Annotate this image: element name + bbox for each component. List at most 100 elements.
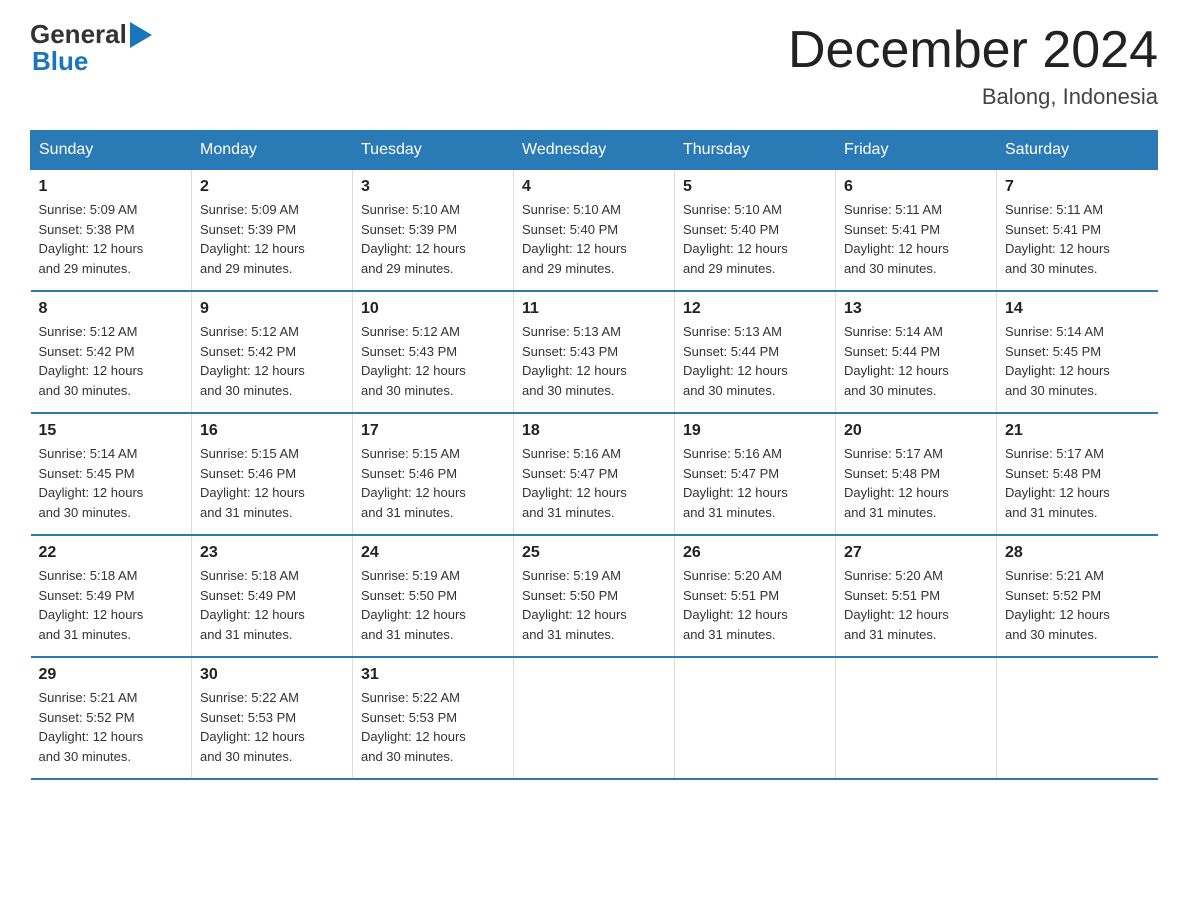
day-info: Sunrise: 5:22 AMSunset: 5:53 PMDaylight:…	[361, 688, 505, 766]
day-info: Sunrise: 5:09 AMSunset: 5:39 PMDaylight:…	[200, 200, 344, 278]
calendar-cell: 30 Sunrise: 5:22 AMSunset: 5:53 PMDayligh…	[192, 657, 353, 779]
calendar-cell: 27 Sunrise: 5:20 AMSunset: 5:51 PMDayligh…	[836, 535, 997, 657]
day-number: 20	[844, 422, 988, 440]
calendar-cell: 24Sunrise: 5:19 AMSunset: 5:50 PMDayligh…	[353, 535, 514, 657]
day-number: 8	[39, 300, 184, 318]
calendar-cell: 29 Sunrise: 5:21 AMSunset: 5:52 PMDayligh…	[31, 657, 192, 779]
location-subtitle: Balong, Indonesia	[788, 84, 1158, 110]
day-info: Sunrise: 5:13 AMSunset: 5:43 PMDaylight:…	[522, 322, 666, 400]
day-info: Sunrise: 5:19 AMSunset: 5:50 PMDaylight:…	[522, 566, 666, 644]
calendar-cell: 1Sunrise: 5:09 AMSunset: 5:38 PMDaylight…	[31, 170, 192, 292]
day-info: Sunrise: 5:21 AMSunset: 5:52 PMDaylight:…	[39, 688, 184, 766]
header-row: SundayMondayTuesdayWednesdayThursdayFrid…	[31, 131, 1158, 170]
calendar-cell: 22 Sunrise: 5:18 AMSunset: 5:49 PMDayligh…	[31, 535, 192, 657]
page-header: General Blue December 2024 Balong, Indon…	[30, 20, 1158, 110]
calendar-cell: 28 Sunrise: 5:21 AMSunset: 5:52 PMDayligh…	[997, 535, 1158, 657]
day-number: 16	[200, 422, 344, 440]
logo-general-text: General	[30, 21, 127, 47]
header-wednesday: Wednesday	[514, 131, 675, 170]
calendar-cell: 19Sunrise: 5:16 AMSunset: 5:47 PMDayligh…	[675, 413, 836, 535]
month-title: December 2024	[788, 20, 1158, 80]
calendar-cell: 18 Sunrise: 5:16 AMSunset: 5:47 PMDayligh…	[514, 413, 675, 535]
header-sunday: Sunday	[31, 131, 192, 170]
calendar-cell: 3Sunrise: 5:10 AMSunset: 5:39 PMDaylight…	[353, 170, 514, 292]
title-section: December 2024 Balong, Indonesia	[788, 20, 1158, 110]
day-info: Sunrise: 5:16 AMSunset: 5:47 PMDaylight:…	[522, 444, 666, 522]
calendar-cell: 10 Sunrise: 5:12 AMSunset: 5:43 PMDayligh…	[353, 291, 514, 413]
header-friday: Friday	[836, 131, 997, 170]
calendar-cell: 21 Sunrise: 5:17 AMSunset: 5:48 PMDayligh…	[997, 413, 1158, 535]
day-number: 12	[683, 300, 827, 318]
day-number: 13	[844, 300, 988, 318]
day-number: 1	[39, 178, 184, 196]
day-info: Sunrise: 5:12 AMSunset: 5:43 PMDaylight:…	[361, 322, 505, 400]
header-saturday: Saturday	[997, 131, 1158, 170]
calendar-cell	[675, 657, 836, 779]
header-thursday: Thursday	[675, 131, 836, 170]
calendar-cell: 25 Sunrise: 5:19 AMSunset: 5:50 PMDayligh…	[514, 535, 675, 657]
day-info: Sunrise: 5:18 AMSunset: 5:49 PMDaylight:…	[39, 566, 184, 644]
calendar-cell: 9Sunrise: 5:12 AMSunset: 5:42 PMDaylight…	[192, 291, 353, 413]
calendar-table: SundayMondayTuesdayWednesdayThursdayFrid…	[30, 130, 1158, 780]
day-number: 22	[39, 544, 184, 562]
day-info: Sunrise: 5:19 AMSunset: 5:50 PMDaylight:…	[361, 566, 505, 644]
calendar-cell	[514, 657, 675, 779]
day-info: Sunrise: 5:18 AMSunset: 5:49 PMDaylight:…	[200, 566, 344, 644]
calendar-cell: 26 Sunrise: 5:20 AMSunset: 5:51 PMDayligh…	[675, 535, 836, 657]
day-number: 14	[1005, 300, 1150, 318]
calendar-cell: 14 Sunrise: 5:14 AMSunset: 5:45 PMDayligh…	[997, 291, 1158, 413]
calendar-header: SundayMondayTuesdayWednesdayThursdayFrid…	[31, 131, 1158, 170]
day-info: Sunrise: 5:11 AMSunset: 5:41 PMDaylight:…	[1005, 200, 1150, 278]
calendar-cell: 8Sunrise: 5:12 AMSunset: 5:42 PMDaylight…	[31, 291, 192, 413]
day-number: 6	[844, 178, 988, 196]
day-number: 2	[200, 178, 344, 196]
day-number: 17	[361, 422, 505, 440]
day-number: 28	[1005, 544, 1150, 562]
calendar-cell: 23Sunrise: 5:18 AMSunset: 5:49 PMDayligh…	[192, 535, 353, 657]
calendar-body: 1Sunrise: 5:09 AMSunset: 5:38 PMDaylight…	[31, 170, 1158, 780]
day-info: Sunrise: 5:16 AMSunset: 5:47 PMDaylight:…	[683, 444, 827, 522]
week-row-3: 15Sunrise: 5:14 AMSunset: 5:45 PMDayligh…	[31, 413, 1158, 535]
calendar-cell	[997, 657, 1158, 779]
day-info: Sunrise: 5:21 AMSunset: 5:52 PMDaylight:…	[1005, 566, 1150, 644]
day-info: Sunrise: 5:14 AMSunset: 5:45 PMDaylight:…	[39, 444, 184, 522]
calendar-cell: 15Sunrise: 5:14 AMSunset: 5:45 PMDayligh…	[31, 413, 192, 535]
day-number: 27	[844, 544, 988, 562]
day-info: Sunrise: 5:14 AMSunset: 5:45 PMDaylight:…	[1005, 322, 1150, 400]
day-info: Sunrise: 5:10 AMSunset: 5:40 PMDaylight:…	[683, 200, 827, 278]
day-number: 5	[683, 178, 827, 196]
day-info: Sunrise: 5:20 AMSunset: 5:51 PMDaylight:…	[683, 566, 827, 644]
day-info: Sunrise: 5:22 AMSunset: 5:53 PMDaylight:…	[200, 688, 344, 766]
calendar-cell: 4 Sunrise: 5:10 AMSunset: 5:40 PMDaylight…	[514, 170, 675, 292]
day-info: Sunrise: 5:14 AMSunset: 5:44 PMDaylight:…	[844, 322, 988, 400]
logo-combined: General Blue	[30, 20, 152, 74]
day-number: 10	[361, 300, 505, 318]
day-info: Sunrise: 5:20 AMSunset: 5:51 PMDaylight:…	[844, 566, 988, 644]
day-number: 26	[683, 544, 827, 562]
day-number: 9	[200, 300, 344, 318]
day-info: Sunrise: 5:11 AMSunset: 5:41 PMDaylight:…	[844, 200, 988, 278]
calendar-cell: 2 Sunrise: 5:09 AMSunset: 5:39 PMDaylight…	[192, 170, 353, 292]
day-number: 21	[1005, 422, 1150, 440]
day-info: Sunrise: 5:15 AMSunset: 5:46 PMDaylight:…	[200, 444, 344, 522]
header-monday: Monday	[192, 131, 353, 170]
calendar-cell: 31 Sunrise: 5:22 AMSunset: 5:53 PMDayligh…	[353, 657, 514, 779]
calendar-cell: 5 Sunrise: 5:10 AMSunset: 5:40 PMDaylight…	[675, 170, 836, 292]
day-number: 4	[522, 178, 666, 196]
day-number: 3	[361, 178, 505, 196]
day-number: 18	[522, 422, 666, 440]
day-number: 30	[200, 666, 344, 684]
day-number: 31	[361, 666, 505, 684]
week-row-5: 29 Sunrise: 5:21 AMSunset: 5:52 PMDayligh…	[31, 657, 1158, 779]
calendar-cell: 20Sunrise: 5:17 AMSunset: 5:48 PMDayligh…	[836, 413, 997, 535]
calendar-cell: 6 Sunrise: 5:11 AMSunset: 5:41 PMDaylight…	[836, 170, 997, 292]
day-info: Sunrise: 5:10 AMSunset: 5:40 PMDaylight:…	[522, 200, 666, 278]
day-info: Sunrise: 5:17 AMSunset: 5:48 PMDaylight:…	[1005, 444, 1150, 522]
day-number: 29	[39, 666, 184, 684]
calendar-cell: 13 Sunrise: 5:14 AMSunset: 5:44 PMDayligh…	[836, 291, 997, 413]
week-row-2: 8Sunrise: 5:12 AMSunset: 5:42 PMDaylight…	[31, 291, 1158, 413]
header-tuesday: Tuesday	[353, 131, 514, 170]
logo-arrow-icon	[130, 22, 152, 48]
calendar-cell: 12Sunrise: 5:13 AMSunset: 5:44 PMDayligh…	[675, 291, 836, 413]
day-number: 25	[522, 544, 666, 562]
